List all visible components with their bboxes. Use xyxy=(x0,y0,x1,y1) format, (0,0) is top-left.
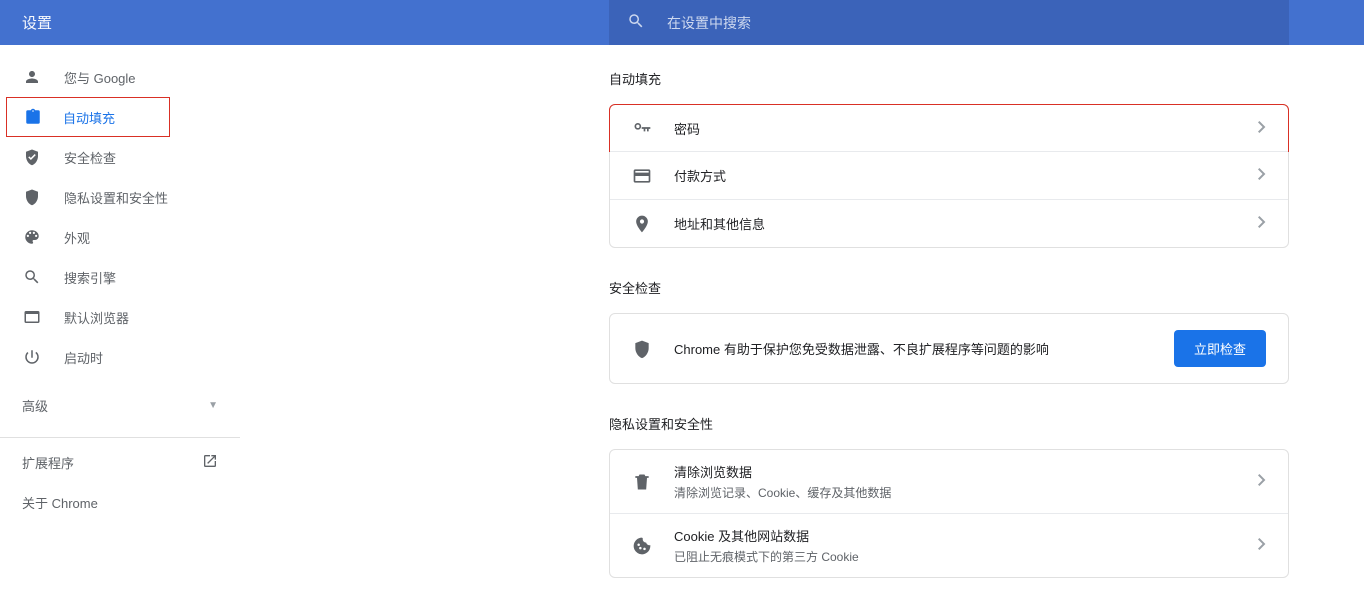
row-sub: 清除浏览记录、Cookie、缓存及其他数据 xyxy=(674,484,1258,501)
sidebar-item-label: 隐私设置和安全性 xyxy=(64,188,168,207)
search-icon xyxy=(627,12,667,33)
main-content: 自动填充 密码 付款方式 xyxy=(240,45,1364,589)
safety-message: Chrome 有助于保护您免受数据泄露、不良扩展程序等问题的影响 xyxy=(674,339,1174,358)
section-title-safety: 安全检查 xyxy=(609,278,1289,297)
chevron-right-icon xyxy=(1258,168,1266,183)
privacy-card: 清除浏览数据 清除浏览记录、Cookie、缓存及其他数据 Cookie 及其他网… xyxy=(609,449,1289,578)
sidebar-divider xyxy=(0,437,240,438)
row-label: 清除浏览数据 xyxy=(674,462,1258,481)
autofill-card: 密码 付款方式 地址和其他信息 xyxy=(609,104,1289,248)
sidebar-item-search-engine[interactable]: 搜索引擎 xyxy=(0,257,240,297)
clipboard-icon xyxy=(23,107,43,127)
chevron-down-icon: ▼ xyxy=(208,400,218,411)
cookie-icon xyxy=(632,536,652,556)
sidebar-item-label: 默认浏览器 xyxy=(64,308,129,327)
sidebar-item-startup[interactable]: 启动时 xyxy=(0,337,240,377)
row-label: 付款方式 xyxy=(674,166,1258,185)
external-link-icon xyxy=(202,453,218,472)
magnify-icon xyxy=(22,267,42,287)
check-now-button[interactable]: 立即检查 xyxy=(1174,330,1266,367)
location-icon xyxy=(632,214,652,234)
section-title-privacy: 隐私设置和安全性 xyxy=(609,414,1289,433)
sidebar-item-label: 搜索引擎 xyxy=(64,268,116,287)
row-sub: 已阻止无痕模式下的第三方 Cookie xyxy=(674,548,1258,565)
search-box[interactable] xyxy=(609,0,1289,45)
person-icon xyxy=(22,67,42,87)
chevron-right-icon xyxy=(1258,121,1266,136)
row-clear-data[interactable]: 清除浏览数据 清除浏览记录、Cookie、缓存及其他数据 xyxy=(610,450,1288,513)
key-icon xyxy=(632,118,652,138)
sidebar-extensions-label: 扩展程序 xyxy=(22,453,74,472)
sidebar-extensions[interactable]: 扩展程序 xyxy=(0,442,240,482)
sidebar-advanced-label: 高级 xyxy=(22,396,48,415)
section-autofill: 自动填充 密码 付款方式 xyxy=(609,69,1289,248)
sidebar-item-security-check[interactable]: 安全检查 xyxy=(0,137,240,177)
browser-icon xyxy=(22,307,42,327)
chevron-right-icon xyxy=(1258,538,1266,553)
row-label: 地址和其他信息 xyxy=(674,214,1258,233)
section-title-autofill: 自动填充 xyxy=(609,69,1289,88)
shield-check-icon xyxy=(22,147,42,167)
sidebar-item-you-and-google[interactable]: 您与 Google xyxy=(0,57,240,97)
safety-card: Chrome 有助于保护您免受数据泄露、不良扩展程序等问题的影响 立即检查 xyxy=(609,313,1289,384)
sidebar-advanced[interactable]: 高级 ▼ xyxy=(0,385,240,425)
sidebar-item-default-browser[interactable]: 默认浏览器 xyxy=(0,297,240,337)
sidebar-item-label: 启动时 xyxy=(64,348,103,367)
row-payments[interactable]: 付款方式 xyxy=(610,151,1288,199)
shield-icon xyxy=(632,339,652,359)
section-privacy: 隐私设置和安全性 清除浏览数据 清除浏览记录、Cookie、缓存及其他数据 xyxy=(609,414,1289,578)
sidebar-about[interactable]: 关于 Chrome xyxy=(0,482,240,522)
row-label: Cookie 及其他网站数据 xyxy=(674,526,1258,545)
row-cookies[interactable]: Cookie 及其他网站数据 已阻止无痕模式下的第三方 Cookie xyxy=(610,513,1288,577)
sidebar-item-label: 自动填充 xyxy=(63,108,115,127)
row-text: 清除浏览数据 清除浏览记录、Cookie、缓存及其他数据 xyxy=(674,462,1258,501)
power-icon xyxy=(22,347,42,367)
section-safety: 安全检查 Chrome 有助于保护您免受数据泄露、不良扩展程序等问题的影响 立即… xyxy=(609,278,1289,384)
sidebar-about-label: 关于 Chrome xyxy=(22,493,98,512)
sidebar-item-autofill[interactable]: 自动填充 xyxy=(6,97,170,137)
header: 设置 xyxy=(0,0,1364,45)
sidebar-item-privacy[interactable]: 隐私设置和安全性 xyxy=(0,177,240,217)
chevron-right-icon xyxy=(1258,216,1266,231)
credit-card-icon xyxy=(632,166,652,186)
chevron-right-icon xyxy=(1258,474,1266,489)
page-title: 设置 xyxy=(0,12,52,33)
row-label: 密码 xyxy=(674,119,1258,138)
sidebar-item-appearance[interactable]: 外观 xyxy=(0,217,240,257)
sidebar-item-label: 您与 Google xyxy=(64,68,136,87)
search-input[interactable] xyxy=(667,15,1271,31)
sidebar: 您与 Google 自动填充 安全检查 隐私设置和安全性 外观 xyxy=(0,45,240,589)
trash-icon xyxy=(632,472,652,492)
sidebar-item-label: 安全检查 xyxy=(64,148,116,167)
row-passwords[interactable]: 密码 xyxy=(609,104,1289,152)
row-addresses[interactable]: 地址和其他信息 xyxy=(610,199,1288,247)
palette-icon xyxy=(22,227,42,247)
row-text: Cookie 及其他网站数据 已阻止无痕模式下的第三方 Cookie xyxy=(674,526,1258,565)
shield-icon xyxy=(22,187,42,207)
sidebar-item-label: 外观 xyxy=(64,228,90,247)
